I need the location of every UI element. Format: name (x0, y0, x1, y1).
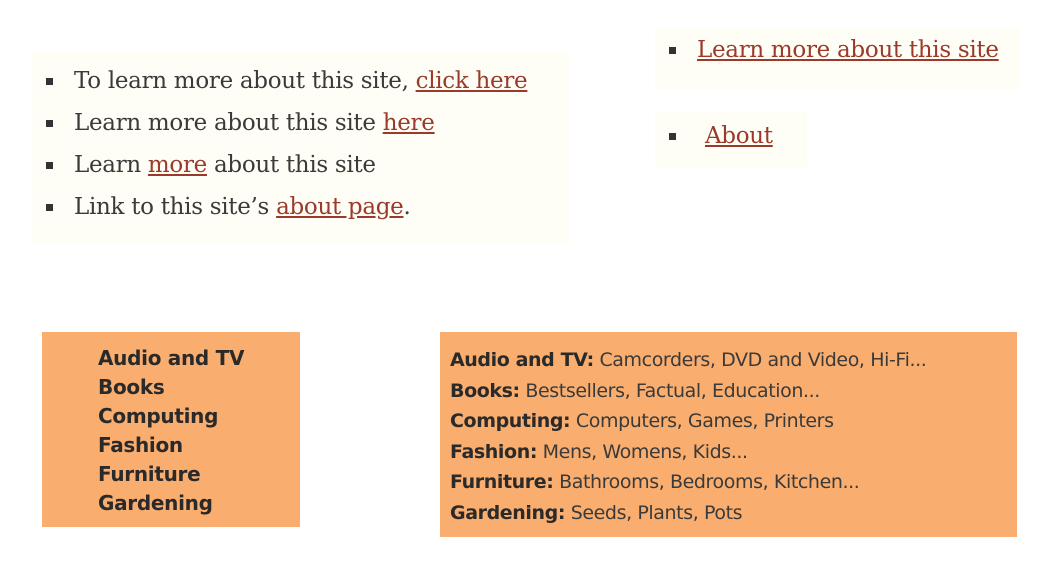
about-link-box: About (655, 112, 807, 167)
subcategories: Mens, Womens, Kids... (542, 440, 748, 463)
list-item: Link to this site’s about page. (32, 186, 570, 228)
category-link[interactable]: Audio and TV: (450, 349, 594, 371)
category-row: Furniture: Bathrooms, Bedrooms, Kitchen.… (450, 467, 1017, 498)
category-row: Gardening: Seeds, Plants, Pots (450, 498, 1017, 529)
category-row: Computing: Computers, Games, Printers (450, 406, 1017, 437)
category-link[interactable]: Gardening (98, 489, 300, 518)
category-row: Audio and TV: Camcorders, DVD and Video,… (450, 345, 1017, 376)
text: To learn more about this site, (74, 68, 416, 94)
list-item: About (655, 115, 807, 157)
category-link[interactable]: Fashion: (450, 441, 537, 463)
category-link[interactable]: Gardening: (450, 502, 565, 524)
text: about this site (207, 152, 376, 178)
link-text-examples: To learn more about this site, click her… (32, 52, 570, 243)
subcategories: Seeds, Plants, Pots (570, 501, 743, 524)
list-item: Learn more about this site here (32, 102, 570, 144)
category-nav: Audio and TV Books Computing Fashion Fur… (42, 332, 300, 527)
text: Learn more about this site (74, 110, 383, 136)
category-link[interactable]: Furniture: (450, 471, 554, 493)
category-link[interactable]: Audio and TV (98, 344, 300, 373)
learn-more-link[interactable]: Learn more about this site (697, 37, 999, 63)
category-link[interactable]: Books: (450, 380, 520, 402)
subcategories: Bestsellers, Factual, Education... (525, 379, 820, 402)
subcategories: Computers, Games, Printers (575, 410, 834, 432)
category-nav-detailed: Audio and TV: Camcorders, DVD and Video,… (440, 332, 1017, 537)
text: Learn (74, 152, 148, 178)
list-item: Learn more about this site (655, 29, 1020, 71)
category-link[interactable]: Books (98, 373, 300, 402)
category-row: Books: Bestsellers, Factual, Education..… (450, 376, 1017, 407)
list-item: To learn more about this site, click her… (32, 60, 570, 102)
category-row: Fashion: Mens, Womens, Kids... (450, 437, 1017, 468)
text: . (403, 194, 411, 220)
more-link[interactable]: more (148, 152, 207, 178)
category-link[interactable]: Computing (98, 402, 300, 431)
about-page-link[interactable]: about page (276, 194, 404, 220)
text: Link to this site’s (74, 194, 277, 220)
click-here-link[interactable]: click here (416, 68, 528, 94)
good-link-box: Learn more about this site (655, 28, 1020, 90)
about-link[interactable]: About (705, 123, 773, 149)
subcategories: Bathrooms, Bedrooms, Kitchen... (559, 471, 860, 493)
category-link[interactable]: Fashion (98, 431, 300, 460)
subcategories: Camcorders, DVD and Video, Hi-Fi... (599, 349, 927, 371)
category-link[interactable]: Computing: (450, 410, 571, 432)
list-item: Learn more about this site (32, 144, 570, 186)
category-link[interactable]: Furniture (98, 460, 300, 489)
here-link[interactable]: here (383, 110, 435, 136)
